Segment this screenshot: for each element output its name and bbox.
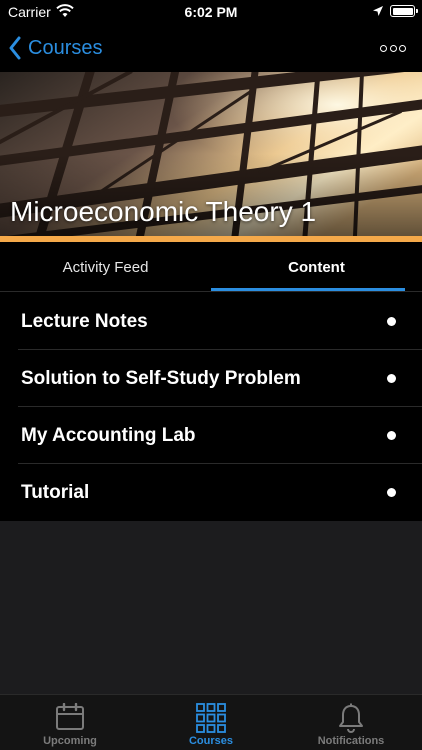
tab-bar-notifications[interactable]: Notifications xyxy=(281,695,421,750)
status-dot-icon xyxy=(387,488,396,497)
list-item-lecture-notes[interactable]: Lecture Notes xyxy=(0,293,422,350)
status-time: 6:02 PM xyxy=(184,4,238,20)
bottom-tab-bar: Upcoming Courses Notifications xyxy=(0,694,422,750)
bell-icon xyxy=(339,703,363,733)
nav-bar: Courses xyxy=(0,24,422,72)
chevron-left-icon xyxy=(9,36,21,60)
list-item-label: My Accounting Lab xyxy=(21,424,196,446)
list-item-accounting-lab[interactable]: My Accounting Lab xyxy=(0,407,422,464)
list-item-solution[interactable]: Solution to Self-Study Problem xyxy=(0,350,422,407)
list-item-tutorial[interactable]: Tutorial xyxy=(0,464,422,521)
course-tabs: Activity Feed Content xyxy=(0,242,422,292)
tab-bar-upcoming[interactable]: Upcoming xyxy=(0,695,140,750)
back-button[interactable]: Courses xyxy=(8,33,102,63)
tab-activity-feed[interactable]: Activity Feed xyxy=(0,242,211,292)
list-item-label: Tutorial xyxy=(21,481,90,503)
course-title: Microeconomic Theory 1 xyxy=(10,196,317,227)
status-bar: Carrier 6:02 PM xyxy=(0,0,422,24)
empty-content-area xyxy=(0,521,422,694)
grid-icon xyxy=(196,703,226,733)
status-dot-icon xyxy=(387,317,396,326)
status-dot-icon xyxy=(387,431,396,440)
back-label: Courses xyxy=(28,36,103,59)
tab-bar-label: Courses xyxy=(188,735,234,747)
content-list: Lecture Notes Solution to Self-Study Pro… xyxy=(0,293,422,521)
tab-bar-courses[interactable]: Courses xyxy=(141,695,281,750)
status-dot-icon xyxy=(387,374,396,383)
tab-selected-indicator xyxy=(211,288,405,291)
location-icon xyxy=(373,6,383,16)
tab-bar-label: Upcoming xyxy=(43,735,97,747)
calendar-icon xyxy=(56,703,84,730)
list-item-label: Lecture Notes xyxy=(21,310,148,332)
tab-bar-label: Notifications xyxy=(317,735,385,747)
battery-icon xyxy=(390,5,418,17)
list-item-label: Solution to Self-Study Problem xyxy=(21,367,301,389)
course-hero-image: Microeconomic Theory 1 xyxy=(0,72,422,236)
tab-content[interactable]: Content xyxy=(211,242,422,292)
more-options-icon[interactable] xyxy=(380,40,406,56)
